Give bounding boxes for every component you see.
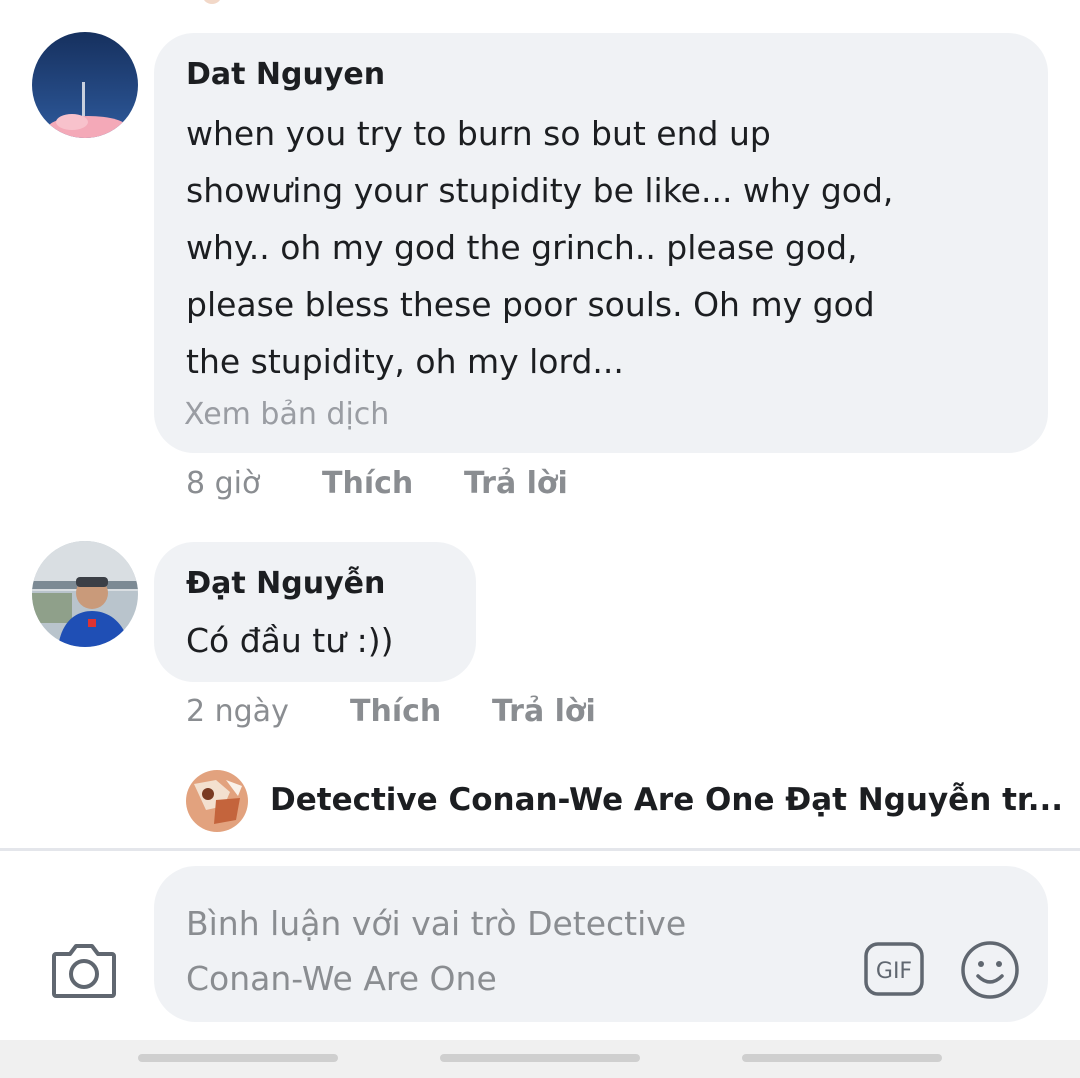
commenter-avatar[interactable] [32, 32, 138, 138]
gif-icon[interactable]: GIF [864, 942, 924, 996]
svg-text:GIF: GIF [876, 959, 912, 984]
comment-bubble[interactable]: Đạt Nguyễn Có đầu tư :)) [154, 542, 476, 682]
comment-meta: 2 ngày Thích Trả lời [186, 694, 786, 734]
divider [0, 848, 1080, 851]
reply-preview-text[interactable]: Detective Conan-We Are One Đạt Nguyễn tr… [270, 782, 1063, 818]
comment-input-placeholder: Conan-We Are One [186, 959, 497, 998]
comment-text-line: Có đầu tư :)) [186, 621, 394, 660]
nav-home-indicator[interactable] [440, 1054, 640, 1062]
smiley-icon[interactable] [960, 940, 1020, 1000]
comment-timestamp: 8 giờ [186, 466, 261, 501]
page-avatar [186, 770, 248, 832]
comment-author[interactable]: Đạt Nguyễn [186, 566, 385, 601]
partial-avatar-edge [202, 0, 222, 4]
nav-recents-indicator[interactable] [138, 1054, 338, 1062]
comment-text-line: when you try to burn so but end up [186, 114, 771, 153]
comment-text-line: why.. oh my god the grinch.. please god, [186, 228, 858, 267]
reply-button[interactable]: Trả lời [464, 466, 568, 501]
comment-input[interactable]: Bình luận với vai trò Detective Conan-We… [154, 866, 1048, 1022]
view-replies-row[interactable]: Detective Conan-We Are One Đạt Nguyễn tr… [186, 770, 1063, 832]
commenter-avatar[interactable] [32, 541, 138, 647]
system-nav-bar [0, 1040, 1080, 1078]
reply-button[interactable]: Trả lời [492, 694, 596, 729]
comment-meta: 8 giờ Thích Trả lời [186, 466, 786, 506]
comment-bubble[interactable]: Dat Nguyen when you try to burn so but e… [154, 33, 1048, 453]
nav-back-indicator[interactable] [742, 1054, 942, 1062]
comment-text-line: showưing your stupidity be like... why g… [186, 171, 894, 210]
see-translation-link[interactable]: Xem bản dịch [184, 397, 389, 432]
camera-icon[interactable] [50, 938, 118, 1002]
comment-text-line: please bless these poor souls. Oh my god [186, 285, 875, 324]
like-button[interactable]: Thích [350, 694, 441, 729]
comment-author[interactable]: Dat Nguyen [186, 57, 385, 92]
like-button[interactable]: Thích [322, 466, 413, 501]
comment-timestamp: 2 ngày [186, 694, 289, 729]
comment-input-placeholder: Bình luận với vai trò Detective [186, 904, 687, 943]
comment-text-line: the stupidity, oh my lord... [186, 342, 624, 381]
